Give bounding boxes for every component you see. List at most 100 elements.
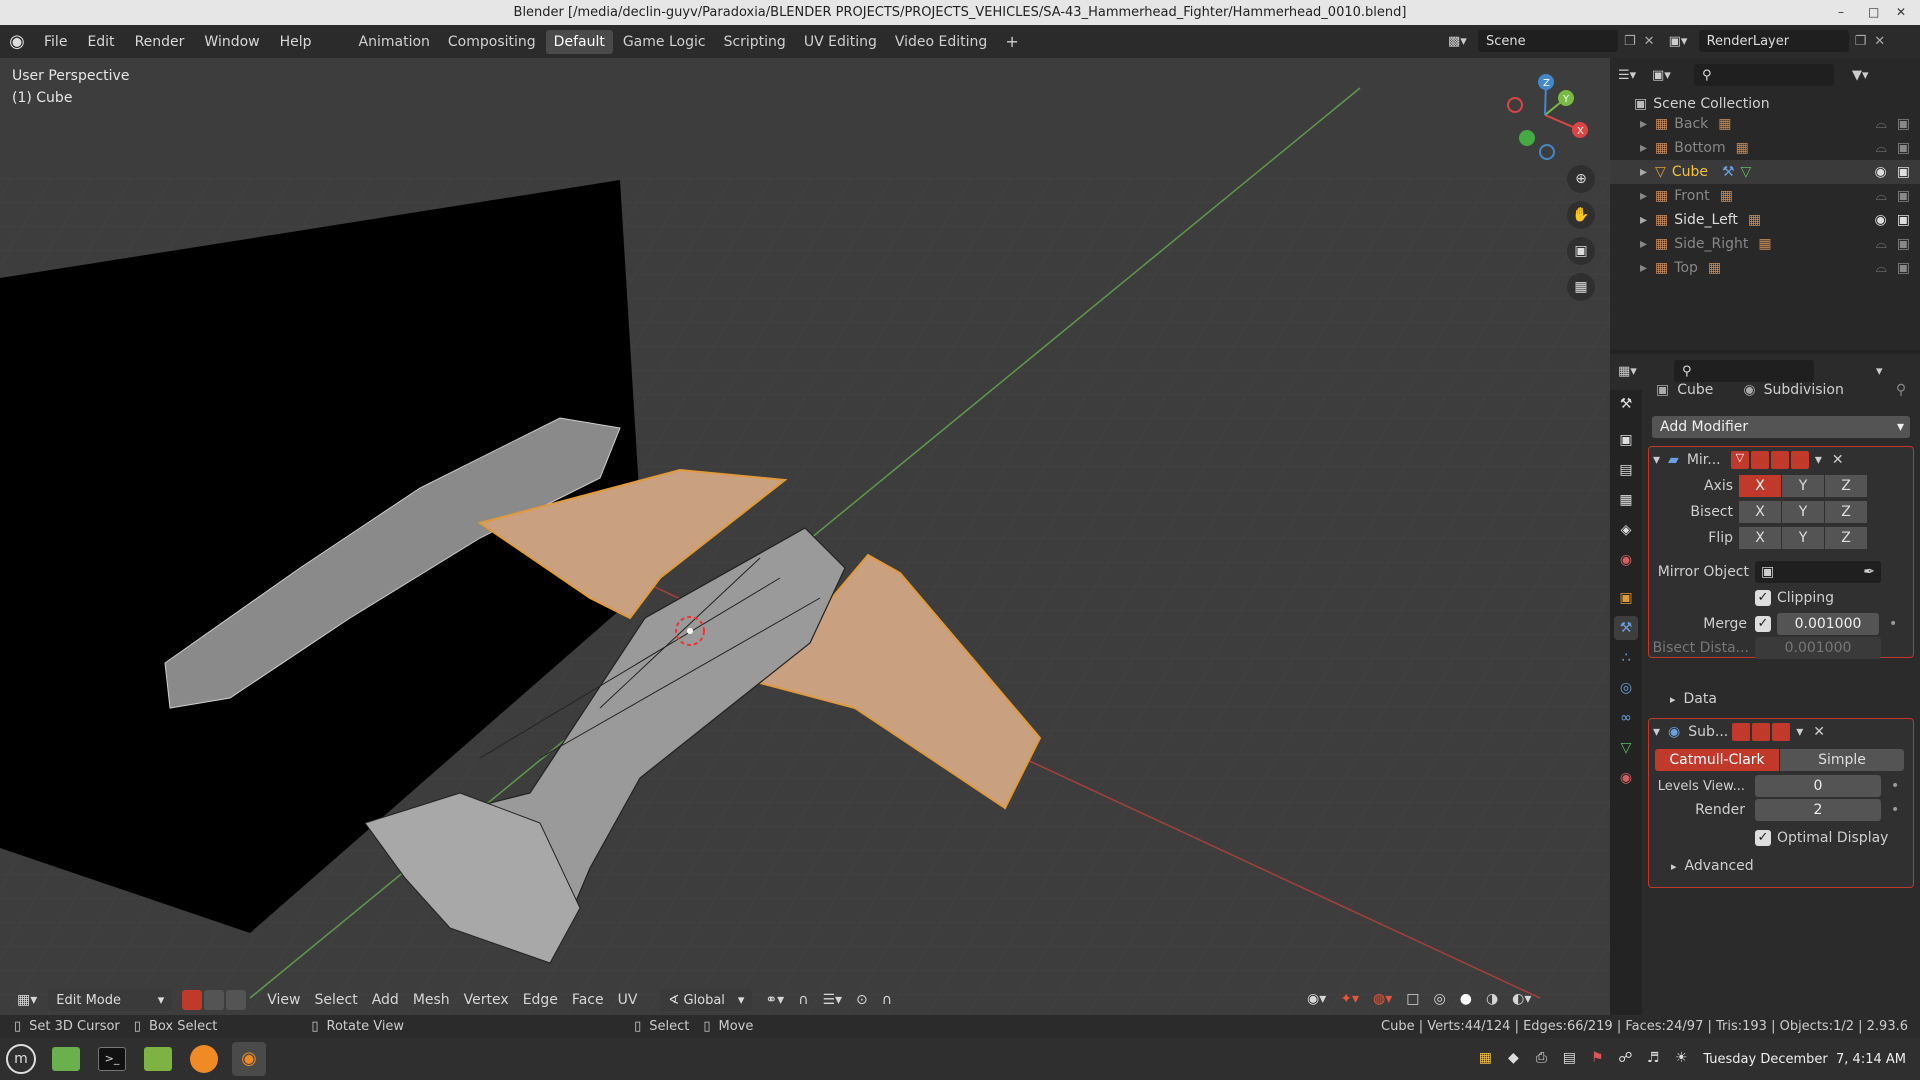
printer-icon[interactable]: ⎙	[1532, 1050, 1550, 1068]
tab-default[interactable]: Default	[545, 29, 613, 54]
subdivision-header[interactable]: ▾ ◉ Sub... ▾ ✕	[1653, 721, 1911, 743]
blender-logo-icon[interactable]: ◉	[0, 31, 34, 52]
menu-view[interactable]: View	[260, 989, 307, 1011]
delete-layer-icon[interactable]: ✕	[1874, 34, 1885, 49]
blender-taskbar-icon[interactable]: ◉	[232, 1042, 266, 1076]
flip-y-toggle[interactable]: Y	[1782, 527, 1824, 549]
camera-icon[interactable]: ▣	[1567, 237, 1595, 265]
snap-target-icon[interactable]: ☰▾	[815, 989, 849, 1011]
orientation-selector[interactable]: ∢ Global ▾	[660, 989, 753, 1011]
expand-arrow-icon[interactable]: ▸	[1640, 236, 1647, 252]
flip-x-toggle[interactable]: X	[1739, 527, 1781, 549]
close-icon[interactable]: ✕	[1832, 452, 1844, 468]
3d-viewport[interactable]: User Perspective (1) Cube X Y Z ⊕ ✋ ▣ ▦	[0, 58, 1610, 1018]
edit-mode-icon[interactable]	[1750, 451, 1769, 469]
outliner-item[interactable]: ▸ ▦ Bottom ▦ ⌓ ▣	[1610, 136, 1920, 160]
start-menu-icon[interactable]: m	[6, 1044, 36, 1074]
rendered-shading-icon[interactable]: ◐▾	[1505, 988, 1538, 1010]
bisect-z-toggle[interactable]: Z	[1825, 501, 1867, 523]
menu-uv[interactable]: UV	[611, 989, 645, 1011]
properties-editor-icon[interactable]: ▦▾	[1618, 364, 1652, 379]
clipping-row[interactable]: ✓ Clipping	[1755, 587, 1834, 609]
material-tab-icon[interactable]: ◉	[1614, 766, 1638, 790]
flip-z-toggle[interactable]: Z	[1825, 527, 1867, 549]
optimal-display-checkbox[interactable]: ✓	[1755, 830, 1771, 846]
menu-vertex[interactable]: Vertex	[457, 989, 516, 1011]
pivot-icon[interactable]: ⚭▾	[758, 989, 791, 1011]
expand-arrow-icon[interactable]: ▸	[1640, 212, 1647, 228]
outliner-item[interactable]: ▸ ▦ Top ▦ ⌓ ▣	[1610, 256, 1920, 280]
eyedropper-icon[interactable]: ✒	[1863, 564, 1875, 580]
merge-checkbox[interactable]: ✓	[1755, 616, 1771, 632]
visibility-icon[interactable]: ◉▾	[1300, 988, 1333, 1010]
clipboard-icon[interactable]: ▤	[1560, 1050, 1578, 1068]
options-chevron-icon[interactable]: ▾	[1876, 364, 1883, 379]
modifier-tab-icon[interactable]: ⚒	[1614, 616, 1638, 640]
close-icon[interactable]: ✕	[1896, 0, 1906, 25]
constraints-tab-icon[interactable]: ∞	[1614, 706, 1638, 730]
minimize-icon[interactable]: –	[1838, 0, 1844, 25]
outliner-item[interactable]: ▸ ▦ Side_Right ▦ ⌓ ▣	[1610, 232, 1920, 256]
expand-arrow-icon[interactable]: ▸	[1640, 140, 1647, 156]
edit-mode-icon[interactable]	[1732, 723, 1751, 741]
render-camera-icon[interactable]: ▣	[1897, 164, 1910, 180]
menu-edit[interactable]: Edit	[77, 34, 124, 50]
expand-arrow-icon[interactable]: ▸	[1640, 164, 1647, 180]
render-display-icon[interactable]	[1790, 451, 1809, 469]
object-tab-icon[interactable]: ▣	[1614, 586, 1638, 610]
pin-icon[interactable]: ⚲	[1896, 382, 1906, 398]
falloff-icon[interactable]: ∩	[875, 989, 899, 1011]
collapse-arrow-icon[interactable]: ▾	[1653, 452, 1660, 468]
axis-x-toggle[interactable]: X	[1739, 475, 1781, 497]
brightness-icon[interactable]: ☀	[1672, 1050, 1690, 1068]
render-layer-selector[interactable]: RenderLayer	[1698, 30, 1849, 52]
hidden-eye-icon[interactable]: ⌓	[1876, 140, 1887, 156]
expand-arrow-icon[interactable]: ▸	[1640, 260, 1647, 276]
scene-tab-icon[interactable]: ◈	[1614, 518, 1638, 542]
menu-help[interactable]: Help	[270, 34, 322, 50]
axis-z-toggle[interactable]: Z	[1825, 475, 1867, 497]
proportional-edit-icon[interactable]: ⊙	[849, 989, 875, 1011]
render-camera-icon[interactable]: ▣	[1897, 188, 1910, 204]
snap-icon[interactable]: ∩	[791, 989, 815, 1011]
optimal-display-row[interactable]: ✓ Optimal Display	[1755, 827, 1888, 849]
particles-tab-icon[interactable]: ∴	[1614, 646, 1638, 670]
xray-icon[interactable]: □	[1399, 988, 1426, 1010]
wireframe-shading-icon[interactable]: ◎	[1427, 988, 1453, 1010]
viewport-display-icon[interactable]	[1770, 451, 1789, 469]
advanced-subpanel-header[interactable]: ▸ Advanced	[1671, 855, 1754, 877]
outliner-search-input[interactable]: ⚲	[1694, 64, 1834, 86]
data-subpanel-header[interactable]: ▸ Data	[1670, 688, 1717, 710]
tab-compositing[interactable]: Compositing	[440, 30, 544, 54]
render-camera-icon[interactable]: ▣	[1897, 116, 1910, 132]
files-icon[interactable]	[144, 1047, 172, 1071]
hidden-eye-icon[interactable]: ⌓	[1876, 116, 1887, 132]
eye-icon[interactable]: ◉	[1875, 164, 1887, 180]
expand-arrow-icon[interactable]: ▸	[1640, 188, 1647, 204]
outliner-item[interactable]: ▸ ▦ Side_Left ▦ ◉ ▣	[1610, 208, 1920, 232]
bisect-y-toggle[interactable]: Y	[1782, 501, 1824, 523]
outliner-editor-icon[interactable]: ☰▾	[1618, 68, 1652, 83]
render-display-icon[interactable]	[1772, 723, 1791, 741]
new-scene-icon[interactable]: ❐	[1624, 34, 1636, 49]
add-workspace-button[interactable]: +	[997, 28, 1026, 55]
hidden-eye-icon[interactable]: ⌓	[1876, 188, 1887, 204]
render-camera-icon[interactable]: ▣	[1897, 260, 1910, 276]
vertex-select-icon[interactable]	[182, 990, 203, 1010]
mode-selector[interactable]: Edit Mode ▾	[48, 989, 173, 1011]
filter-icon[interactable]: ▼▾	[1852, 68, 1869, 83]
menu-render[interactable]: Render	[125, 34, 195, 50]
menu-face[interactable]: Face	[565, 989, 611, 1011]
catmull-clark-button[interactable]: Catmull-Clark	[1655, 749, 1779, 771]
firefox-icon[interactable]	[190, 1045, 218, 1073]
display-mode-icon[interactable]: ▣▾	[1652, 68, 1686, 83]
material-shading-icon[interactable]: ◑	[1479, 988, 1505, 1010]
terminal-icon[interactable]: >_	[98, 1047, 126, 1071]
pan-hand-icon[interactable]: ✋	[1567, 201, 1595, 229]
shield-icon[interactable]: ◆	[1504, 1050, 1522, 1068]
menu-add[interactable]: Add	[365, 989, 406, 1011]
keyboard-layout-flag-icon[interactable]: ⚑	[1588, 1050, 1606, 1068]
view-layer-tab-icon[interactable]: ▦	[1614, 488, 1638, 512]
clipping-checkbox[interactable]: ✓	[1755, 590, 1771, 606]
tool-tab-icon[interactable]: ⚒	[1614, 392, 1638, 416]
